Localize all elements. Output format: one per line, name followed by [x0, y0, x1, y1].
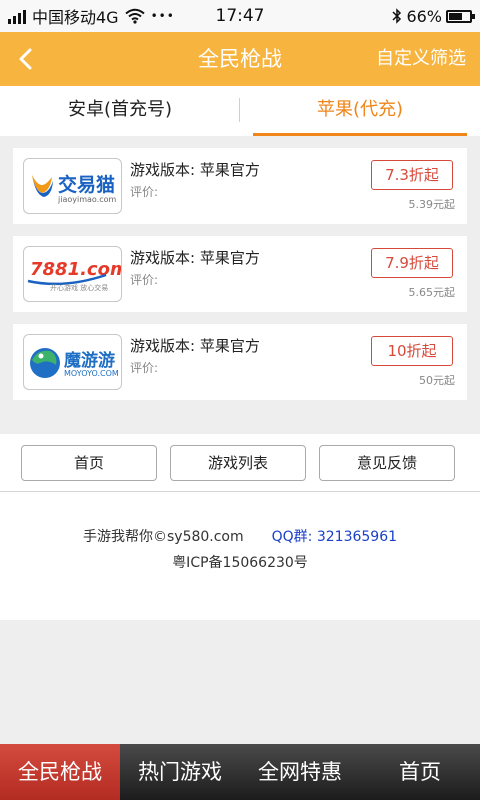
seller-list: 交易猫 jiaoyimao.com 游戏版本: 苹果官方 评价: 7.3折起 5…: [13, 148, 467, 412]
price-label: 5.65元起: [408, 286, 456, 299]
page-nav-bar: 首页 游戏列表 意见反馈: [0, 434, 480, 492]
site-footer: 手游我帮你©sy580.com QQ群: 321365961 粤ICP备15066…: [0, 492, 480, 620]
seller-logo-moyoyo: 魔游游 MOYOYO.COM: [23, 334, 122, 390]
list-item[interactable]: 魔游游 MOYOYO.COM 游戏版本: 苹果官方 评价: 10折起 50元起: [13, 324, 467, 400]
seller-logo-text: 魔游游: [64, 351, 115, 371]
discount-button[interactable]: 10折起: [371, 336, 453, 366]
bluetooth-icon: [392, 8, 402, 24]
seller-logo-subtext: 开心游戏 放心交易: [50, 284, 109, 292]
price-label: 50元起: [419, 374, 455, 387]
feedback-button[interactable]: 意见反馈: [319, 445, 455, 481]
list-item[interactable]: 7881.com 开心游戏 放心交易 游戏版本: 苹果官方 评价: 7.9折起 …: [13, 236, 467, 312]
rating-label: 评价:: [130, 185, 159, 199]
game-list-button[interactable]: 游戏列表: [170, 445, 306, 481]
battery-percent: 66%: [406, 6, 442, 26]
discount-button[interactable]: 7.9折起: [371, 248, 453, 278]
tabbar-item-home[interactable]: 首页: [360, 744, 480, 800]
seller-logo-subtext: jiaoyimao.com: [58, 195, 117, 204]
footer-info: 手游我帮你©sy580.com QQ群: 321365961: [0, 526, 480, 546]
seller-logo-7881: 7881.com 开心游戏 放心交易: [23, 246, 122, 302]
qq-group-link[interactable]: QQ群: 321365961: [272, 529, 397, 545]
bottom-tab-bar: 全民枪战 热门游戏 全网特惠 首页: [0, 744, 480, 800]
price-label: 5.39元起: [408, 198, 456, 211]
tabbar-item-deals[interactable]: 全网特惠: [240, 744, 360, 800]
tab-android[interactable]: 安卓(首充号): [0, 86, 240, 136]
tabbar-item-quanmin[interactable]: 全民枪战: [0, 744, 120, 800]
rating-label: 评价:: [130, 361, 159, 375]
custom-filter-button[interactable]: 自定义筛选: [376, 32, 466, 86]
platform-tabs: 安卓(首充号) 苹果(代充): [0, 86, 480, 136]
icp-number: 粤ICP备15066230号: [172, 555, 308, 571]
rating-label: 评价:: [130, 273, 159, 287]
7881-swoosh-mark: [27, 273, 107, 286]
status-right: 66%: [392, 0, 475, 32]
home-button[interactable]: 首页: [21, 445, 157, 481]
seller-logo-subtext: MOYOYO.COM: [64, 369, 119, 378]
battery-level: [449, 12, 463, 20]
seller-logo-text: 交易猫: [58, 174, 116, 196]
app-header: 全民枪战 自定义筛选: [0, 32, 480, 86]
site-copyright: 手游我帮你©sy580.com: [82, 529, 244, 545]
tab-apple[interactable]: 苹果(代充): [240, 86, 480, 136]
game-version-label: 游戏版本: 苹果官方: [130, 249, 260, 267]
game-version-label: 游戏版本: 苹果官方: [130, 161, 260, 179]
seller-logo-jiaoyimao: 交易猫 jiaoyimao.com: [23, 158, 122, 214]
status-bar: 中国移动4G ••• 17:47 66%: [0, 0, 480, 32]
list-item[interactable]: 交易猫 jiaoyimao.com 游戏版本: 苹果官方 评价: 7.3折起 5…: [13, 148, 467, 224]
discount-button[interactable]: 7.3折起: [371, 160, 453, 190]
battery-icon: [446, 9, 475, 23]
tab-divider: [239, 98, 240, 122]
tabbar-item-hot-games[interactable]: 热门游戏: [120, 744, 240, 800]
game-version-label: 游戏版本: 苹果官方: [130, 337, 260, 355]
